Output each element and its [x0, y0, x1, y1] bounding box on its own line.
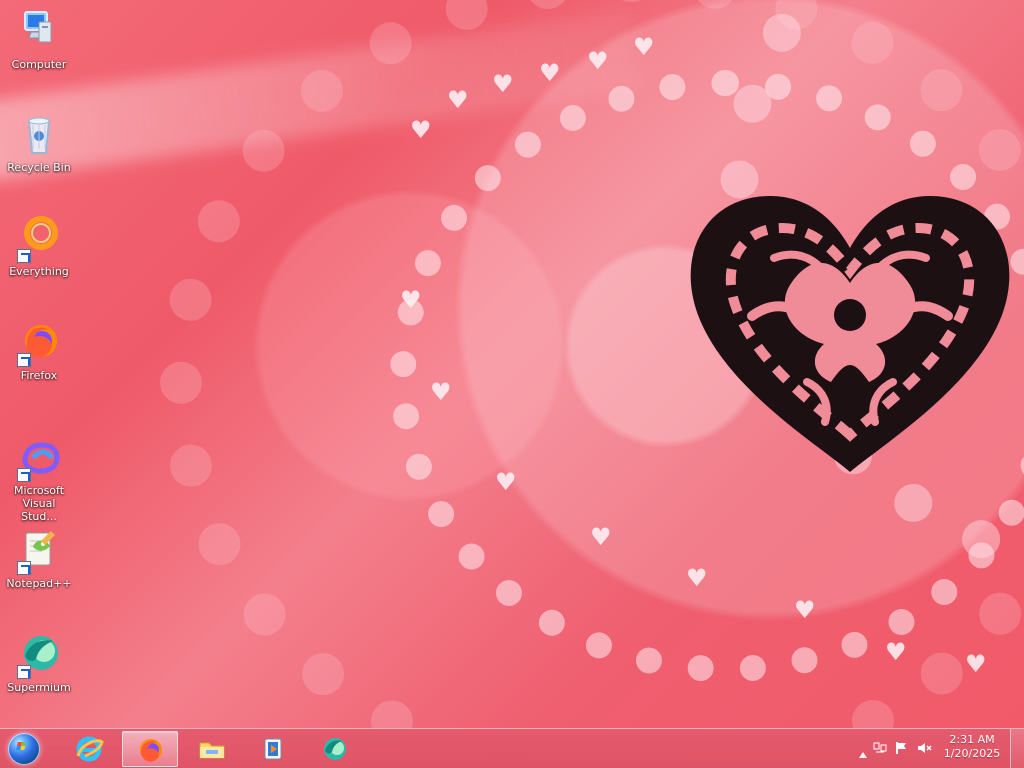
internet-explorer-icon — [74, 734, 106, 764]
decorative-heart-icon: ♥ — [495, 468, 517, 496]
decorative-heart-icon: ♥ — [885, 638, 907, 666]
start-button[interactable] — [4, 732, 46, 766]
taskbar-app-internet-explorer[interactable] — [62, 731, 118, 767]
chevron-up-icon — [859, 752, 867, 758]
desktop-icon-visual-studio[interactable]: Microsoft Visual Stud... — [3, 434, 75, 523]
decorative-heart-icon: ♥ — [686, 564, 708, 592]
taskbar: 2:31 AM 1/20/2025 — [0, 728, 1024, 768]
computer-icon — [15, 8, 63, 56]
decorative-heart-icon: ♥ — [539, 59, 561, 87]
decorative-heart-icon: ♥ — [430, 378, 452, 406]
taskbar-app-firefox[interactable] — [122, 731, 178, 767]
action-center-flag-icon[interactable] — [894, 740, 910, 756]
system-tray: 2:31 AM 1/20/2025 — [834, 729, 1024, 768]
desktop-icon-everything[interactable]: Everything — [3, 215, 75, 278]
clock-date: 1/20/2025 — [943, 747, 1001, 760]
supermium-icon — [319, 734, 351, 764]
firefox-icon — [15, 319, 63, 367]
taskbar-app-supermium[interactable] — [307, 731, 363, 767]
wallpaper-light-beam — [0, 10, 643, 190]
notepad-plus-plus-icon — [15, 527, 63, 575]
visual-studio-icon — [15, 434, 63, 482]
clock[interactable]: 2:31 AM 1/20/2025 — [942, 733, 1002, 761]
show-desktop-button[interactable] — [1010, 729, 1024, 768]
volume-muted-icon[interactable] — [916, 740, 932, 756]
desktop-icon-label: Notepad++ — [6, 577, 72, 590]
decorative-heart-icon: ♥ — [965, 650, 987, 678]
desktop-icon-notepad-plus-plus[interactable]: Notepad++ — [3, 527, 75, 590]
decorative-heart-icon: ♥ — [400, 286, 422, 314]
desktop-icon-firefox[interactable]: Firefox — [3, 319, 75, 382]
desktop-icon-recycle-bin[interactable]: Recycle Bin — [3, 111, 75, 174]
decorative-heart-icon: ♥ — [410, 116, 432, 144]
network-icon[interactable] — [872, 740, 888, 756]
taskbar-app-media-player[interactable] — [245, 731, 301, 767]
decorative-heart-icon: ♥ — [590, 523, 612, 551]
desktop-icon-label: Firefox — [20, 369, 58, 382]
decorative-heart-icon: ♥ — [447, 86, 469, 114]
shortcut-arrow-icon — [17, 561, 31, 575]
desktop-background: ♥ ♥ ♥ ♥ ♥ ♥ ♥ ♥ ♥ ♥ ♥ ♥ ♥ ♥ Computer Rec… — [0, 0, 1024, 728]
desktop-icon-label: Recycle Bin — [7, 161, 71, 174]
desktop-icon-computer[interactable]: Computer — [3, 8, 75, 71]
windows-start-icon — [8, 733, 40, 765]
shortcut-arrow-icon — [17, 665, 31, 679]
shortcut-arrow-icon — [17, 353, 31, 367]
media-player-icon — [257, 734, 289, 764]
supermium-icon — [15, 631, 63, 679]
decorative-heart-icon: ♥ — [794, 596, 816, 624]
decorative-heart-icon: ♥ — [633, 33, 655, 61]
decorative-heart-icon: ♥ — [492, 70, 514, 98]
everything-icon — [15, 215, 63, 263]
shortcut-arrow-icon — [17, 249, 31, 263]
recycle-bin-icon — [15, 111, 63, 159]
clock-time: 2:31 AM — [949, 733, 995, 746]
decorative-heart-icon: ♥ — [587, 47, 609, 75]
wallpaper-black-heart — [690, 196, 1010, 472]
desktop-icon-label: Supermium — [7, 681, 71, 694]
folder-icon — [196, 734, 228, 764]
firefox-icon — [135, 735, 167, 765]
desktop-icon-label: Computer — [11, 58, 67, 71]
desktop-icon-label: Microsoft Visual Stud... — [13, 484, 65, 523]
desktop-icon-label: Everything — [9, 265, 69, 278]
taskbar-app-file-explorer[interactable] — [184, 731, 240, 767]
show-hidden-icons-icon[interactable] — [850, 740, 867, 758]
shortcut-arrow-icon — [17, 468, 31, 482]
desktop-icon-supermium[interactable]: Supermium — [3, 631, 75, 694]
